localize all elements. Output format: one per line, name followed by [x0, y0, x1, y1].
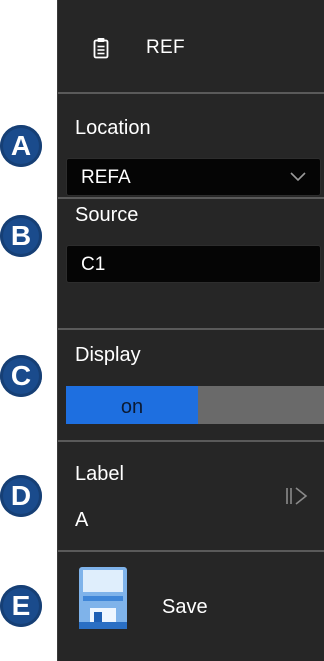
enter-icon — [286, 487, 308, 505]
label-value: A — [75, 509, 89, 531]
save-button[interactable]: Save — [162, 596, 208, 619]
source-value: C1 — [81, 254, 106, 275]
chevron-down-icon — [290, 172, 306, 182]
floppy-disk-icon — [79, 567, 127, 629]
display-label: Display — [75, 344, 141, 366]
ref-menu-panel: REF Location REFA Source C1 Display on L… — [57, 0, 324, 661]
source-select[interactable]: C1 — [66, 245, 321, 283]
divider — [58, 92, 324, 94]
divider — [58, 328, 324, 330]
label-label: Label — [75, 463, 124, 485]
location-select[interactable]: REFA — [66, 158, 321, 196]
page-title: REF — [146, 37, 185, 58]
location-label: Location — [75, 117, 151, 139]
clipboard-icon — [93, 38, 109, 59]
display-toggle[interactable]: on — [66, 386, 324, 424]
divider — [58, 197, 324, 199]
source-label: Source — [75, 204, 139, 226]
callout-e: E — [0, 585, 42, 627]
location-value: REFA — [81, 167, 131, 188]
toggle-on-segment[interactable]: on — [66, 386, 198, 424]
callout-a: A — [0, 125, 42, 167]
divider — [58, 550, 324, 552]
callout-d: D — [0, 475, 42, 517]
callout-b: B — [0, 215, 42, 257]
callout-c: C — [0, 355, 42, 397]
divider — [58, 440, 324, 442]
toggle-off-segment[interactable] — [198, 386, 324, 424]
toggle-on-label: on — [120, 396, 144, 418]
